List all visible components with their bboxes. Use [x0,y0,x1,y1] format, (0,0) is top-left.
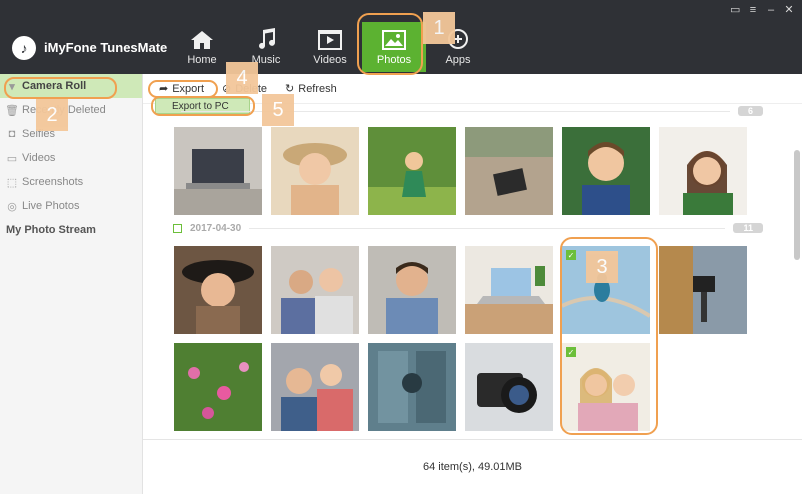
status-bar: 64 item(s), 49.01MB [143,439,802,494]
photo-reflection-image [368,343,456,431]
status-text: 64 item(s), 49.01MB [422,461,523,473]
live-icon: ◎ [7,200,17,213]
sidebar-item-selfies[interactable]: ◘ Selfies [0,122,142,146]
sidebar-item-photo-stream[interactable]: My Photo Stream [0,218,142,242]
sidebar-item-label: Videos [22,152,56,164]
sidebar: ▾ Camera Roll 🗑 Recently Deleted ◘ Selfi… [0,74,143,494]
triangle-down-icon: ▾ [9,80,15,93]
sidebar-item-screenshots[interactable]: ⬚ Screenshots [0,170,142,194]
camera-icon: ◘ [8,128,16,140]
photo-camera-lens-image [465,343,553,431]
photo-woman-hat-image [271,127,359,215]
checkbox-checked-icon[interactable]: ✓ [566,347,576,357]
sidebar-item-label: Live Photos [22,200,80,212]
nav-videos-label: Videos [313,54,347,66]
app-logo-icon: ♪ [12,36,36,60]
sidebar-item-live-photos[interactable]: ◎ Live Photos [0,194,142,218]
count-badge: 6 [737,106,763,116]
date-label: 2017-04-30 [190,222,242,234]
app-name: iMyFone TunesMate [44,40,168,55]
sidebar-item-camera-roll[interactable]: ▾ Camera Roll [0,74,142,98]
export-label: Export [172,82,205,95]
photo-thumbnail[interactable] [465,127,553,215]
photo-thumbnail[interactable] [368,127,456,215]
menu-icon[interactable]: ≡ [748,4,758,16]
nav-photos[interactable]: Photos [362,22,426,72]
video-icon: ▭ [6,152,18,165]
main-panel: ➦ Export ⊘ Delete ↻ Refresh Export to PC… [143,74,802,494]
screenshot-icon: ⬚ [6,176,18,189]
callout-badge: 4 [226,62,258,94]
window-controls: ▭ ≡ – ✕ [730,4,794,16]
photo-girl-garden-image [368,127,456,215]
divider [249,227,726,229]
photo-flowers-image [174,343,262,431]
photo-camera-gimbal-image [659,246,747,334]
sidebar-item-recently-deleted[interactable]: 🗑 Recently Deleted [0,98,142,122]
nav-home-label: Home [187,54,217,66]
scrollbar[interactable] [794,150,800,260]
photo-thumbnail[interactable] [465,246,553,334]
sidebar-item-label: Camera Roll [22,80,87,92]
nav-videos[interactable]: Videos [298,22,362,72]
photo-thumbnail[interactable] [174,127,262,215]
callout-badge: 2 [36,99,68,131]
group-checkbox[interactable] [173,223,182,233]
minimize-icon[interactable]: – [766,4,776,16]
count-badge: 11 [733,223,763,233]
photo-thumbnail[interactable] [368,246,456,334]
trash-icon: 🗑 [5,104,19,117]
export-icon: ➦ [159,83,169,95]
photo-thumbnail[interactable] [659,246,747,334]
photo-thumbnail[interactable] [368,343,456,431]
photo-thumbnail[interactable] [271,246,359,334]
photo-boy-image [562,127,650,215]
photo-thumbnail[interactable] [174,246,262,334]
checkbox-checked-icon[interactable]: ✓ [566,250,576,260]
photo-kids-image [271,343,359,431]
refresh-label: Refresh [298,82,337,95]
nav-photos-label: Photos [376,54,412,66]
sidebar-item-videos[interactable]: ▭ Videos [0,146,142,170]
photo-woman-black-hat-image [174,246,262,334]
photo-thumbnail[interactable] [271,343,359,431]
export-button[interactable]: ➦ Export [159,82,205,96]
date-group-header: 2017-04-30 11 [173,221,763,235]
video-icon [318,30,342,50]
photo-thumbnail[interactable] [174,343,262,431]
close-icon[interactable]: ✕ [784,4,794,16]
top-bar: ▭ ≡ – ✕ ♪ iMyFone TunesMate Home Music V… [0,0,802,74]
nav-home[interactable]: Home [170,22,234,72]
photo-thumbnail-selected[interactable]: ✓ [562,343,650,431]
photo-woman-headphones-image [659,127,747,215]
feedback-icon[interactable]: ▭ [730,4,740,16]
photo-laptop-desk-image [465,246,553,334]
photo-man-image [368,246,456,334]
photo-laptop-image [174,127,262,215]
photo-icon [382,30,406,50]
photo-couple-image [271,246,359,334]
music-icon [259,28,275,49]
home-icon [191,31,213,49]
callout-badge: 5 [262,94,294,126]
photo-thumbnail[interactable] [465,343,553,431]
callout-badge: 1 [423,12,455,44]
sidebar-item-label: Screenshots [22,176,84,188]
photo-grid: 6 2017-04-30 11 ✓ ✓ [143,104,802,439]
photo-thumbnail[interactable] [659,127,747,215]
nav-apps-label: Apps [445,54,471,66]
photo-tablet-outdoor-image [465,127,553,215]
photo-thumbnail[interactable] [562,127,650,215]
callout-badge: 3 [586,251,618,283]
photo-thumbnail[interactable] [271,127,359,215]
